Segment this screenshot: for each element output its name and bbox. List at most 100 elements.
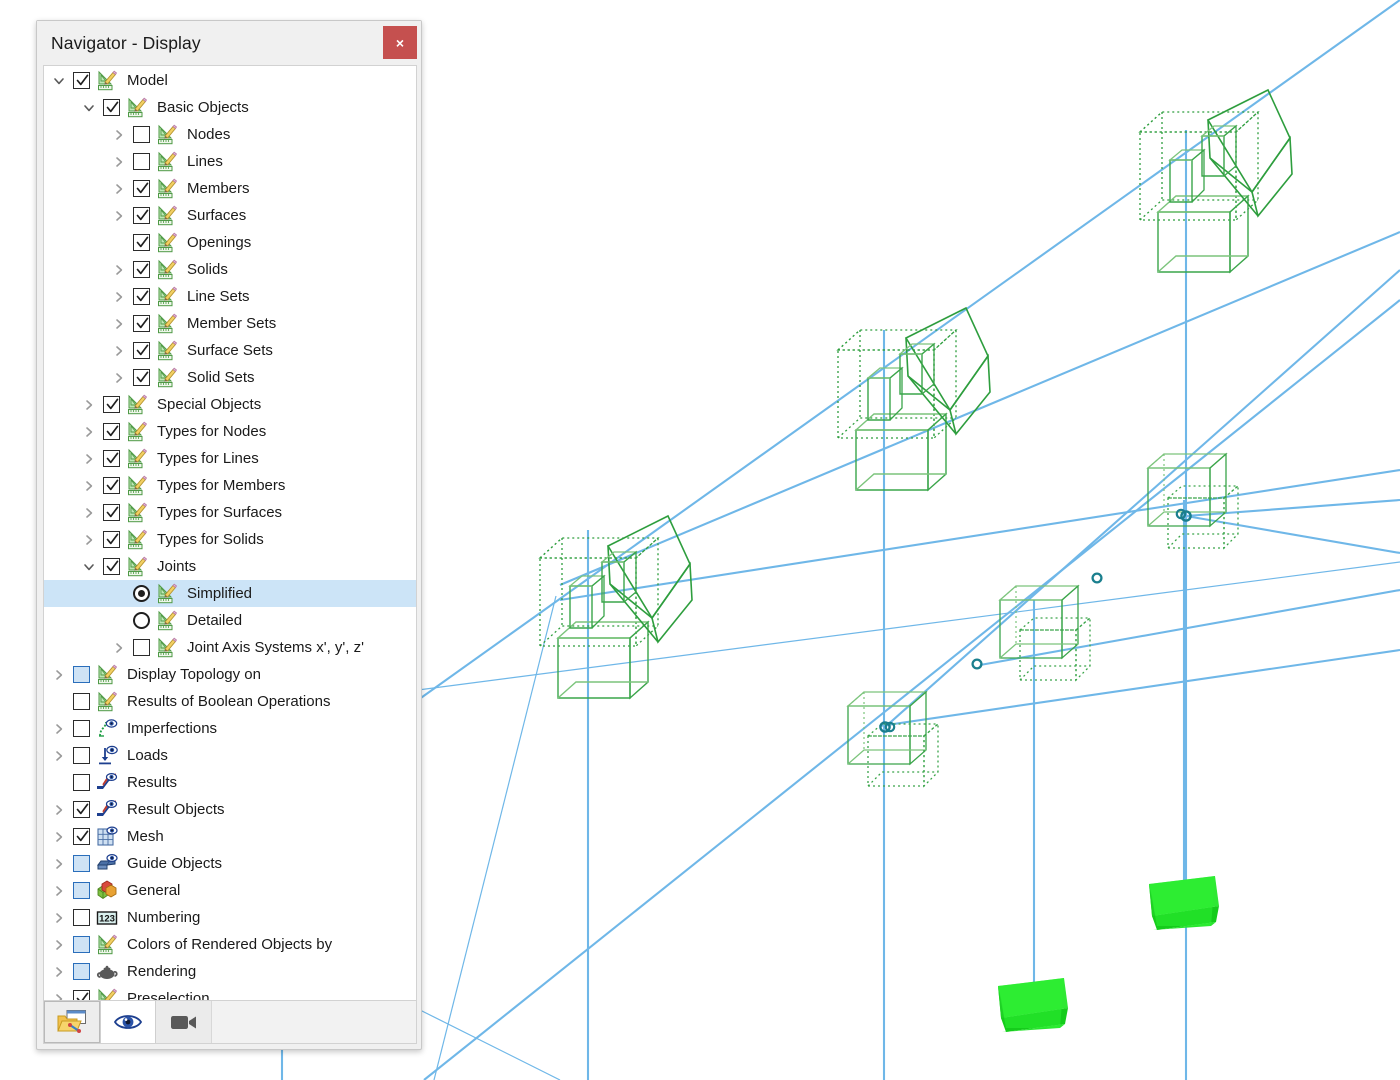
checkbox-types-for-nodes[interactable] <box>102 423 120 440</box>
checkbox-cell[interactable] <box>68 661 94 688</box>
checkbox-cell[interactable] <box>128 337 154 364</box>
checkbox-openings[interactable] <box>132 234 150 251</box>
chevron-down-icon[interactable] <box>80 94 98 121</box>
checkbox-rendering[interactable] <box>72 963 90 980</box>
checkbox-cell[interactable] <box>68 850 94 877</box>
checkbox-cell[interactable] <box>98 418 124 445</box>
checkbox-model[interactable] <box>72 72 90 89</box>
tree-item-special-objects[interactable]: Special Objects <box>44 391 416 418</box>
chevron-right-icon[interactable] <box>110 283 128 310</box>
checkbox-cell[interactable] <box>68 985 94 1000</box>
tree-item-solids[interactable]: Solids <box>44 256 416 283</box>
chevron-right-icon[interactable] <box>110 256 128 283</box>
checkbox-cell[interactable] <box>98 553 124 580</box>
tree-item-mesh[interactable]: Mesh <box>44 823 416 850</box>
tree-item-openings[interactable]: Openings <box>44 229 416 256</box>
checkbox-cell[interactable] <box>128 310 154 337</box>
checkbox-display-topology-on[interactable] <box>72 666 90 683</box>
chevron-right-icon[interactable] <box>50 877 68 904</box>
radio-cell[interactable] <box>128 580 154 607</box>
chevron-right-icon[interactable] <box>50 985 68 1000</box>
checkbox-cell[interactable] <box>128 634 154 661</box>
chevron-right-icon[interactable] <box>110 121 128 148</box>
tree-item-member-sets[interactable]: Member Sets <box>44 310 416 337</box>
checkbox-nodes[interactable] <box>132 126 150 143</box>
checkbox-cell[interactable] <box>98 94 124 121</box>
tree-item-line-sets[interactable]: Line Sets <box>44 283 416 310</box>
chevron-right-icon[interactable] <box>110 337 128 364</box>
chevron-right-icon[interactable] <box>80 526 98 553</box>
checkbox-member-sets[interactable] <box>132 315 150 332</box>
checkbox-types-for-solids[interactable] <box>102 531 120 548</box>
checkbox-special-objects[interactable] <box>102 396 120 413</box>
views-tab[interactable] <box>100 1001 156 1043</box>
checkbox-imperfections[interactable] <box>72 720 90 737</box>
chevron-right-icon[interactable] <box>50 958 68 985</box>
checkbox-result-objects[interactable] <box>72 801 90 818</box>
radio-simplified[interactable] <box>132 585 150 602</box>
chevron-right-icon[interactable] <box>50 796 68 823</box>
checkbox-types-for-members[interactable] <box>102 477 120 494</box>
chevron-right-icon[interactable] <box>50 904 68 931</box>
checkbox-cell[interactable] <box>128 202 154 229</box>
checkbox-cell[interactable] <box>68 931 94 958</box>
checkbox-cell[interactable] <box>98 472 124 499</box>
tree-item-numbering[interactable]: 123 Numbering <box>44 904 416 931</box>
checkbox-numbering[interactable] <box>72 909 90 926</box>
tree-item-types-for-lines[interactable]: Types for Lines <box>44 445 416 472</box>
tree-item-result-objects[interactable]: Result Objects <box>44 796 416 823</box>
checkbox-general[interactable] <box>72 882 90 899</box>
tree-item-joint-axis-systems-x-y-z[interactable]: Joint Axis Systems x', y', z' <box>44 634 416 661</box>
chevron-right-icon[interactable] <box>50 931 68 958</box>
display-tab[interactable] <box>44 1001 100 1043</box>
tree-item-types-for-surfaces[interactable]: Types for Surfaces <box>44 499 416 526</box>
checkbox-cell[interactable] <box>128 229 154 256</box>
tree-item-loads[interactable]: Loads <box>44 742 416 769</box>
chevron-down-icon[interactable] <box>80 553 98 580</box>
tree-item-general[interactable]: General <box>44 877 416 904</box>
checkbox-cell[interactable] <box>68 877 94 904</box>
checkbox-cell[interactable] <box>128 364 154 391</box>
checkbox-cell[interactable] <box>68 823 94 850</box>
checkbox-basic-objects[interactable] <box>102 99 120 116</box>
checkbox-joint-axis-systems-x-y-z[interactable] <box>132 639 150 656</box>
chevron-right-icon[interactable] <box>80 499 98 526</box>
tree-item-types-for-members[interactable]: Types for Members <box>44 472 416 499</box>
chevron-right-icon[interactable] <box>50 715 68 742</box>
checkbox-joints[interactable] <box>102 558 120 575</box>
tree-item-lines[interactable]: Lines <box>44 148 416 175</box>
checkbox-cell[interactable] <box>68 958 94 985</box>
checkbox-cell[interactable] <box>68 904 94 931</box>
tree-item-types-for-nodes[interactable]: Types for Nodes <box>44 418 416 445</box>
tree-item-members[interactable]: Members <box>44 175 416 202</box>
checkbox-line-sets[interactable] <box>132 288 150 305</box>
chevron-right-icon[interactable] <box>80 391 98 418</box>
checkbox-solid-sets[interactable] <box>132 369 150 386</box>
display-tree[interactable]: Model Basic Objects Nodes Lines Members … <box>44 66 416 1000</box>
chevron-right-icon[interactable] <box>50 661 68 688</box>
tree-item-surfaces[interactable]: Surfaces <box>44 202 416 229</box>
checkbox-cell[interactable] <box>128 175 154 202</box>
chevron-right-icon[interactable] <box>110 148 128 175</box>
chevron-right-icon[interactable] <box>110 310 128 337</box>
animation-tab[interactable] <box>156 1001 212 1043</box>
checkbox-cell[interactable] <box>128 148 154 175</box>
chevron-right-icon[interactable] <box>110 202 128 229</box>
checkbox-results[interactable] <box>72 774 90 791</box>
checkbox-mesh[interactable] <box>72 828 90 845</box>
tree-item-model[interactable]: Model <box>44 67 416 94</box>
tree-item-results[interactable]: Results <box>44 769 416 796</box>
tree-item-basic-objects[interactable]: Basic Objects <box>44 94 416 121</box>
chevron-right-icon[interactable] <box>110 175 128 202</box>
tree-item-display-topology-on[interactable]: Display Topology on <box>44 661 416 688</box>
checkbox-cell[interactable] <box>68 715 94 742</box>
chevron-right-icon[interactable] <box>80 418 98 445</box>
tree-item-detailed[interactable]: Detailed <box>44 607 416 634</box>
chevron-right-icon[interactable] <box>110 364 128 391</box>
checkbox-cell[interactable] <box>98 499 124 526</box>
tree-item-solid-sets[interactable]: Solid Sets <box>44 364 416 391</box>
tree-item-colors-of-rendered-objects-by[interactable]: Colors of Rendered Objects by <box>44 931 416 958</box>
tree-item-rendering[interactable]: Rendering <box>44 958 416 985</box>
chevron-right-icon[interactable] <box>50 850 68 877</box>
checkbox-cell[interactable] <box>68 67 94 94</box>
